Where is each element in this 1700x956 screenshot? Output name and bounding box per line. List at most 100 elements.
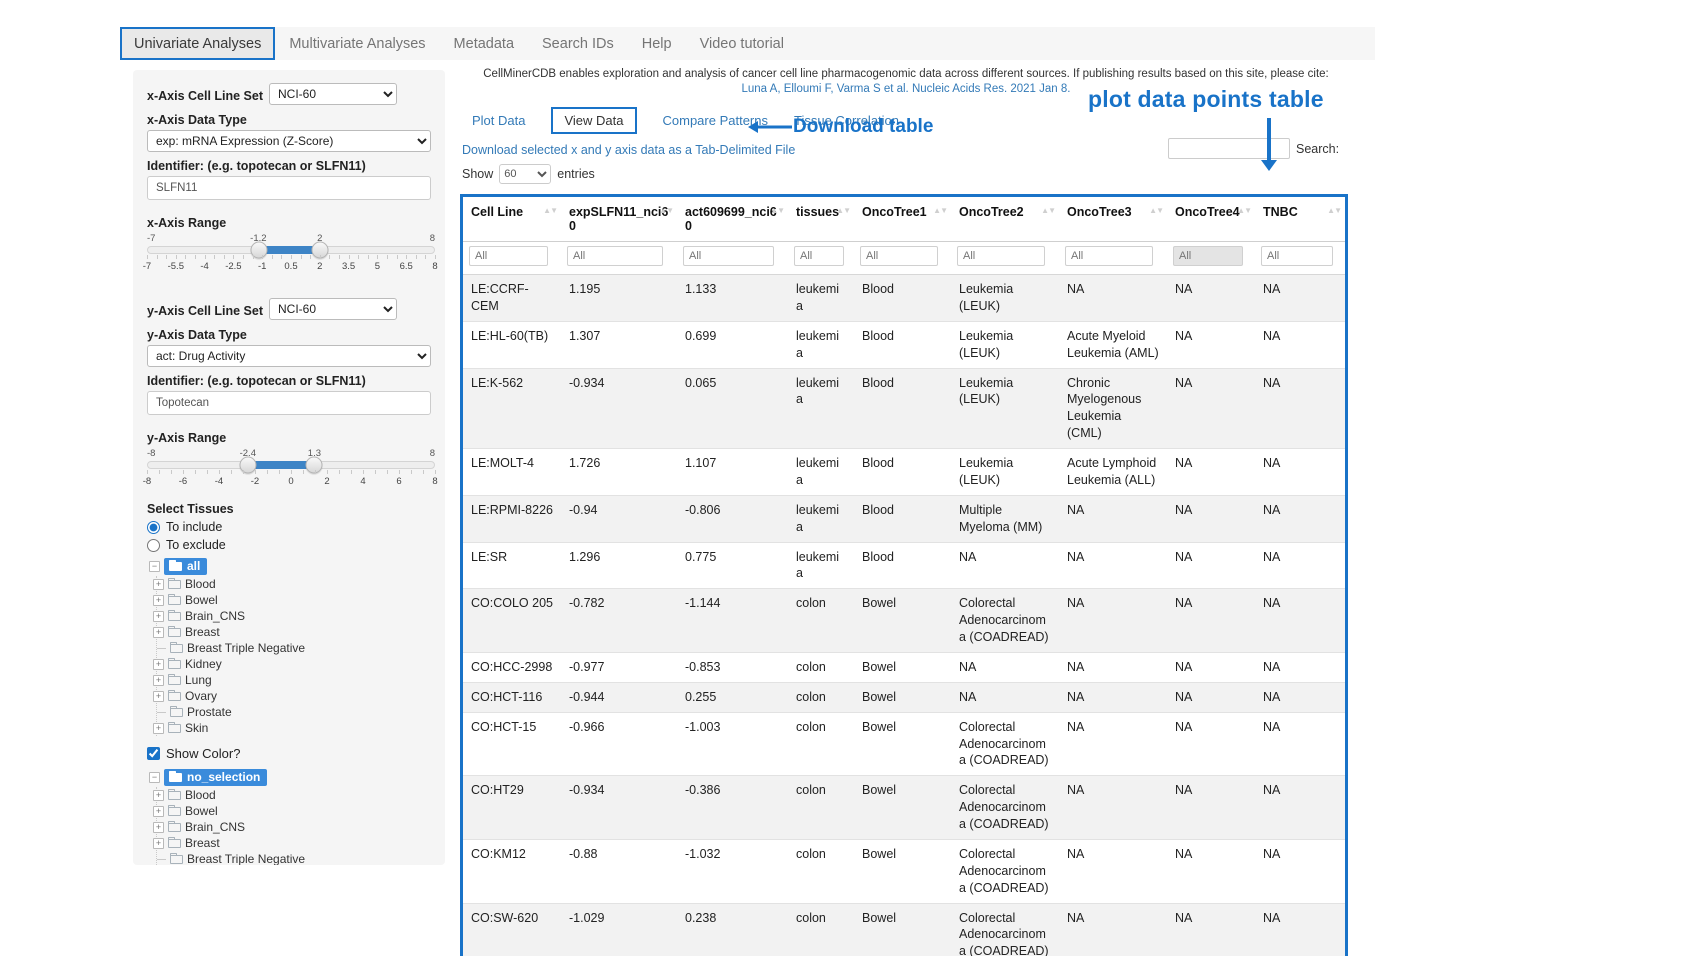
tree-expand-icon[interactable]: + [153,806,164,817]
column-header-tissues[interactable]: tissues▲▼ [788,197,854,242]
tree-expand-icon[interactable]: + [153,790,164,801]
y-axis-slider-track[interactable] [147,461,435,469]
nav-item-help[interactable]: Help [628,27,686,60]
tree-expand-icon[interactable]: + [153,822,164,833]
column-header-cell line[interactable]: Cell Line▲▼ [463,197,561,242]
y-axis-identifier-input[interactable] [147,391,431,415]
cell-oncotree1: Blood [854,542,951,589]
filter-input-tissues[interactable] [794,246,844,266]
tree-item-kidney[interactable]: +Kidney [161,656,431,672]
y-axis-tick-label: -6 [179,476,187,487]
download-tab-delimited-link[interactable]: Download selected x and y axis data as a… [460,143,795,157]
x-axis-cell-line-set-select[interactable]: NCI-60 [269,83,397,105]
sort-icon[interactable]: ▲▼ [1149,206,1163,215]
tree-item-brain_cns[interactable]: +Brain_CNS [161,608,431,624]
table-row[interactable]: CO:HT29-0.934-0.386colonBowelColorectal … [463,776,1345,840]
table-row[interactable]: CO:HCC-2998-0.977-0.853colonBowelNANANAN… [463,652,1345,682]
x-axis-slider-track[interactable] [147,246,435,254]
table-row[interactable]: CO:COLO 205-0.782-1.144colonBowelColorec… [463,589,1345,653]
x-axis-data-type-select[interactable]: exp: mRNA Expression (Z-Score) [147,130,431,152]
cell-tissues: leukemia [788,449,854,496]
sort-icon[interactable]: ▲▼ [543,206,557,215]
filter-input-tnbc[interactable] [1261,246,1333,266]
tab-view-data[interactable]: View Data [551,107,636,134]
tree-item-brain_cns[interactable]: +Brain_CNS [161,819,431,835]
tree-item-bowel[interactable]: +Bowel [161,803,431,819]
tree-item-blood[interactable]: +Blood [161,576,431,592]
tree-expand-icon[interactable]: + [153,838,164,849]
tree-expand-icon[interactable]: + [153,579,164,590]
column-header-oncotree2[interactable]: OncoTree2▲▼ [951,197,1059,242]
nav-item-search-ids[interactable]: Search IDs [528,27,628,60]
tree-collapse-icon[interactable]: − [149,561,160,572]
filter-input-act609699_nci60[interactable] [683,246,774,266]
sort-icon[interactable]: ▲▼ [770,206,784,215]
tissue-to-exclude-radio[interactable] [147,539,160,552]
tree-item-blood[interactable]: +Blood [161,787,431,803]
tissue-to-include-radio[interactable] [147,521,160,534]
tab-plot-data[interactable]: Plot Data [472,113,525,128]
nav-item-multivariate-analyses[interactable]: Multivariate Analyses [275,27,439,60]
table-row[interactable]: CO:HCT-15-0.966-1.003colonBowelColorecta… [463,712,1345,776]
cell-cell line: LE:HL-60(TB) [463,321,561,368]
column-header-expslfn11_nci60[interactable]: expSLFN11_nci60▲▼ [561,197,677,242]
filter-input-oncotree4[interactable] [1173,246,1243,266]
entries-select[interactable]: 60 [499,164,551,184]
sort-icon[interactable]: ▲▼ [1237,206,1251,215]
tree-item-breast-triple-negative[interactable]: Breast Triple Negative [161,851,431,865]
tree-item-bowel[interactable]: +Bowel [161,592,431,608]
column-header-tnbc[interactable]: TNBC▲▼ [1255,197,1345,242]
nav-item-univariate-analyses[interactable]: Univariate Analyses [120,27,275,60]
tree-item-breast[interactable]: +Breast [161,835,431,851]
table-row[interactable]: LE:K-562-0.9340.065leukemiaBloodLeukemia… [463,368,1345,449]
table-row[interactable]: LE:RPMI-8226-0.94-0.806leukemiaBloodMult… [463,495,1345,542]
tree-root-all[interactable]: all [164,558,207,575]
filter-input-cell line[interactable] [469,246,548,266]
table-row[interactable]: LE:SR1.2960.775leukemiaBloodNANANANA [463,542,1345,589]
tree-collapse-icon[interactable]: − [149,772,160,783]
column-header-oncotree1[interactable]: OncoTree1▲▼ [854,197,951,242]
tree-root-no_selection[interactable]: no_selection [164,769,267,786]
filter-input-oncotree3[interactable] [1065,246,1153,266]
sort-icon[interactable]: ▲▼ [836,206,850,215]
nav-item-metadata[interactable]: Metadata [440,27,528,60]
tree-expand-icon[interactable]: + [153,675,164,686]
tree-expand-icon[interactable]: + [153,595,164,606]
tree-item-skin[interactable]: +Skin [161,720,431,736]
cell-oncotree4: NA [1167,542,1255,589]
column-header-oncotree4[interactable]: OncoTree4▲▼ [1167,197,1255,242]
x-axis-range-slider[interactable]: -7-1.228-7-5.5-4-2.5-10.523.556.58 [147,233,435,273]
sort-icon[interactable]: ▲▼ [659,206,673,215]
table-row[interactable]: LE:CCRF-CEM1.1951.133leukemiaBloodLeukem… [463,275,1345,322]
tree-item-ovary[interactable]: +Ovary [161,688,431,704]
column-header-oncotree3[interactable]: OncoTree3▲▼ [1059,197,1167,242]
filter-input-oncotree1[interactable] [860,246,938,266]
tree-expand-icon[interactable]: + [153,723,164,734]
table-row[interactable]: CO:SW-620-1.0290.238colonBowelColorectal… [463,903,1345,956]
tree-item-breast[interactable]: +Breast [161,624,431,640]
show-color-checkbox[interactable] [147,747,160,760]
tree-expand-icon[interactable]: + [153,691,164,702]
sort-icon[interactable]: ▲▼ [1327,206,1341,215]
y-axis-cell-line-set-select[interactable]: NCI-60 [269,298,397,320]
table-row[interactable]: LE:HL-60(TB)1.3070.699leukemiaBloodLeuke… [463,321,1345,368]
tree-item-breast-triple-negative[interactable]: Breast Triple Negative [161,640,431,656]
tree-expand-icon[interactable]: + [153,611,164,622]
nav-item-video-tutorial[interactable]: Video tutorial [686,27,798,60]
y-axis-range-slider[interactable]: -8-2.41.38-8-6-4-202468 [147,448,435,488]
table-row[interactable]: CO:HCT-116-0.9440.255colonBowelNANANANA [463,682,1345,712]
tree-expand-icon[interactable]: + [153,659,164,670]
tree-item-prostate[interactable]: Prostate [161,704,431,720]
table-row[interactable]: LE:MOLT-41.7261.107leukemiaBloodLeukemia… [463,449,1345,496]
table-row[interactable]: CO:KM12-0.88-1.032colonBowelColorectal A… [463,839,1345,903]
sort-icon[interactable]: ▲▼ [933,206,947,215]
cell-tnbc: NA [1255,682,1345,712]
tree-expand-icon[interactable]: + [153,627,164,638]
tree-item-lung[interactable]: +Lung [161,672,431,688]
x-axis-identifier-input[interactable] [147,176,431,200]
filter-input-oncotree2[interactable] [957,246,1045,266]
y-axis-data-type-select[interactable]: act: Drug Activity [147,345,431,367]
filter-input-expslfn11_nci60[interactable] [567,246,663,266]
sort-icon[interactable]: ▲▼ [1041,206,1055,215]
column-header-act609699_nci60[interactable]: act609699_nci60▲▼ [677,197,788,242]
